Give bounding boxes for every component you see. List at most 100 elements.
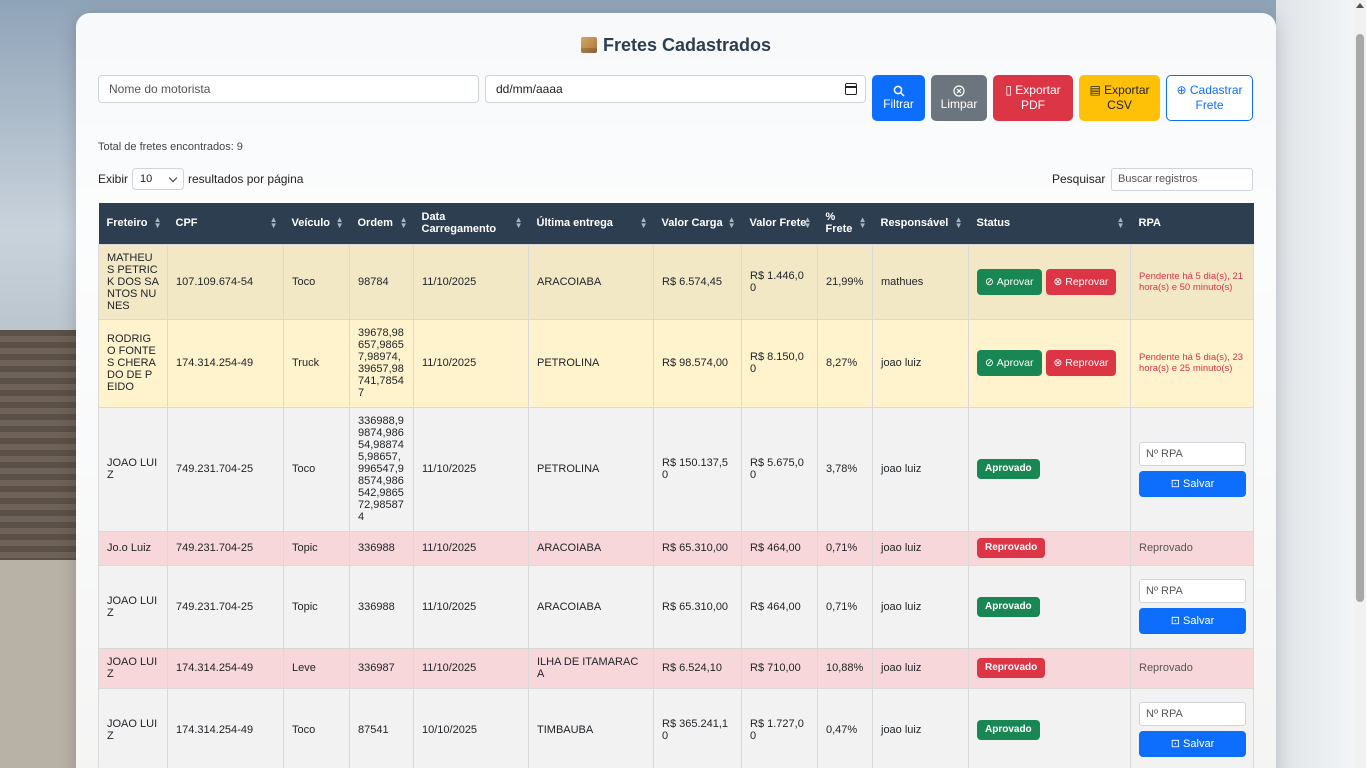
cell-rpa: Pendente há 5 dia(s), 23 hora(s) e 25 mi…: [1130, 318, 1254, 408]
save-rpa-button[interactable]: ⊡ Salvar: [1139, 731, 1246, 757]
page-size-select[interactable]: 10: [132, 168, 185, 190]
page-scrollbar[interactable]: [1354, 0, 1366, 768]
column-header[interactable]: Veículo ▲ ▼: [283, 203, 350, 244]
register-freight-button[interactable]: ⊕ Cadastrar Frete: [1166, 75, 1253, 121]
calendar-icon[interactable]: [845, 83, 857, 95]
cell-cpf: 749.231.704-25: [167, 530, 284, 566]
column-header[interactable]: Freteiro ▲ ▼: [98, 203, 168, 244]
cell-resp: joao luiz: [872, 647, 969, 689]
column-header[interactable]: Data Carregamento ▲ ▼: [413, 203, 529, 244]
cell-rpa: Nº RPA ⊡ Salvar: [1130, 564, 1254, 649]
cell-ordem: 87541: [349, 687, 414, 768]
cell-data: 11/10/2025: [413, 243, 529, 320]
column-header[interactable]: CPF ▲ ▼: [167, 203, 284, 244]
background-ground: [0, 560, 76, 768]
cell-veiculo: Leve: [283, 647, 350, 689]
per-page-label: resultados por página: [188, 172, 304, 186]
table-row: MATHEUS PETRICK DOS SANTOS NUNES 107.109.…: [98, 243, 1254, 320]
cell-cpf: 174.314.254-49: [167, 318, 284, 408]
cell-rpa: Reprovado: [1130, 530, 1254, 566]
cell-pct: 3,78%: [817, 406, 873, 532]
check-circle-icon: ⊘: [985, 357, 994, 369]
column-header[interactable]: Status ▲ ▼: [968, 203, 1131, 244]
save-rpa-button[interactable]: ⊡ Salvar: [1139, 470, 1246, 497]
sort-icon: ▲ ▼: [335, 215, 344, 230]
column-header[interactable]: RPA: [1130, 203, 1254, 244]
cell-resp: joao luiz: [872, 406, 969, 532]
pdf-file-icon: ▯: [1005, 83, 1012, 97]
rpa-input[interactable]: Nº RPA: [1139, 702, 1246, 726]
filter-button[interactable]: Filtrar: [872, 75, 925, 121]
cell-freteiro: JOAO LUIZ: [98, 406, 168, 532]
column-header[interactable]: % Frete ▲ ▼: [817, 203, 873, 244]
scrollbar-thumb[interactable]: [1356, 34, 1364, 602]
cell-freteiro: Jo.o Luiz: [98, 530, 168, 566]
cell-status: ⊘ Aprovar ⊗ Reprovar: [968, 243, 1131, 320]
approve-button[interactable]: ⊘ Aprovar: [977, 350, 1042, 376]
sort-icon: ▲ ▼: [727, 215, 736, 230]
chevron-down-icon: [168, 173, 178, 182]
rpa-input[interactable]: Nº RPA: [1139, 441, 1246, 466]
main-card: Fretes Cadastrados Nome do motorista dd/…: [76, 13, 1276, 768]
cell-veiculo: Truck: [283, 318, 350, 408]
column-header[interactable]: Responsável ▲ ▼: [872, 203, 969, 244]
table-header-row: Freteiro ▲ ▼ CPF ▲ ▼ Veículo ▲ ▼ Ordem ▲ ▼ Data Carr…: [98, 203, 1254, 244]
cell-entrega: TIMBAUBA: [528, 687, 654, 768]
cell-ordem: 98784: [349, 243, 414, 320]
cell-ordem: 336987: [349, 647, 414, 689]
date-input[interactable]: dd/mm/aaaa: [485, 75, 866, 103]
reject-button[interactable]: ⊗ Reprovar: [1045, 268, 1117, 295]
column-header[interactable]: Última entrega ▲ ▼: [528, 203, 654, 244]
driver-name-placeholder: Nome do motorista: [109, 82, 211, 96]
status-badge: Aprovado: [977, 459, 1040, 479]
cell-rpa: Reprovado: [1130, 647, 1254, 689]
cell-resp: joao luiz: [872, 530, 969, 566]
cell-frete: R$ 464,00: [741, 564, 818, 649]
date-placeholder: dd/mm/aaaa: [496, 82, 563, 96]
x-circle-icon: ⊗: [1053, 275, 1063, 288]
export-pdf-button[interactable]: ▯ Exportar PDF: [993, 75, 1073, 121]
page-title: Fretes Cadastrados: [76, 35, 1276, 56]
cell-data: 11/10/2025: [413, 647, 529, 689]
cell-status: Reprovado: [968, 530, 1131, 566]
cell-pct: 8,27%: [817, 318, 873, 408]
clear-circle-icon: [953, 84, 965, 97]
save-rpa-button[interactable]: ⊡ Salvar: [1139, 608, 1246, 634]
freight-table: Freteiro ▲ ▼ CPF ▲ ▼ Veículo ▲ ▼ Ordem ▲ ▼ Data Carr…: [98, 203, 1254, 768]
cell-freteiro: RODRIGO FONTES CHERADO DE PEIDO: [98, 318, 168, 408]
column-header[interactable]: Ordem ▲ ▼: [349, 203, 414, 244]
cell-carga: R$ 150.137,50: [653, 406, 742, 532]
sort-icon: ▲ ▼: [858, 215, 867, 230]
cell-entrega: PETROLINA: [528, 406, 654, 532]
table-row: JOAO LUIZ 174.314.254-49 Toco 87541 10/10/20…: [98, 687, 1254, 768]
column-header[interactable]: Valor Carga ▲ ▼: [653, 203, 742, 244]
approve-button[interactable]: ⊘ Aprovar: [977, 268, 1042, 295]
export-csv-button[interactable]: ▤ Exportar CSV: [1079, 75, 1160, 121]
cell-ordem: 39678,98657,98657,98974,39657,98741,7854…: [349, 318, 414, 408]
status-badge: Reprovado: [977, 658, 1046, 678]
scroll-up-icon[interactable]: [1356, 3, 1364, 8]
cell-cpf: 107.109.674-54: [167, 243, 284, 320]
sort-icon: ▲ ▼: [639, 215, 648, 230]
clear-button[interactable]: Limpar: [931, 75, 987, 121]
cell-veiculo: Topic: [283, 530, 350, 566]
package-icon: [580, 37, 597, 53]
driver-name-input[interactable]: Nome do motorista: [98, 75, 479, 103]
show-label: Exibir: [98, 172, 129, 186]
cell-veiculo: Toco: [283, 243, 350, 320]
cell-ordem: 336988: [349, 564, 414, 649]
cell-pct: 0,71%: [817, 564, 873, 649]
cell-status: Aprovado: [968, 406, 1131, 532]
status-badge: Reprovado: [977, 538, 1046, 558]
cell-resp: joao luiz: [872, 687, 969, 768]
column-header[interactable]: Valor Frete ▲ ▼: [741, 203, 818, 244]
search-input[interactable]: Buscar registros: [1111, 168, 1253, 191]
cell-rpa: Pendente há 5 dia(s), 21 hora(s) e 50 mi…: [1130, 243, 1254, 320]
cell-entrega: ILHA DE ITAMARACA: [528, 647, 654, 689]
reject-button[interactable]: ⊗ Reprovar: [1045, 350, 1117, 376]
rpa-input[interactable]: Nº RPA: [1139, 579, 1246, 603]
sort-icon: ▲ ▼: [514, 215, 523, 230]
cell-entrega: ARACOIABA: [528, 564, 654, 649]
cell-rpa: Nº RPA ⊡ Salvar: [1130, 406, 1254, 532]
rejected-rpa-text: Reprovado: [1139, 542, 1193, 554]
